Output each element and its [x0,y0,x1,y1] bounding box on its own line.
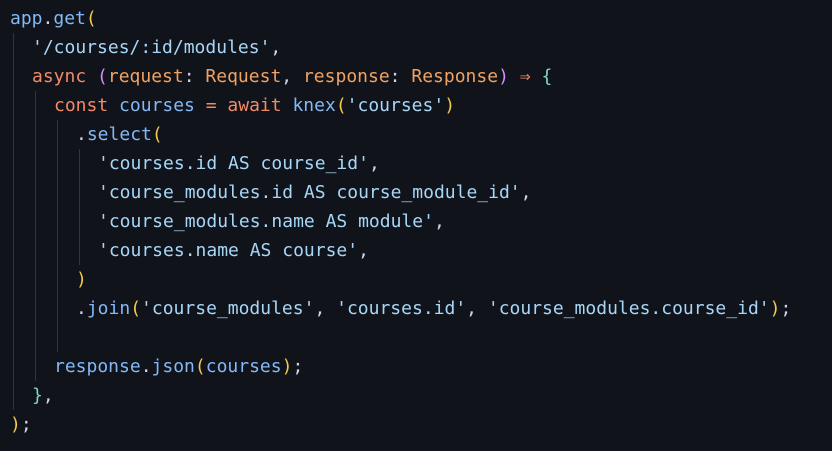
code-token-string: 'course_modules.name AS module' [98,211,434,232]
code-token-br1: ( [151,124,163,145]
code-token-kw: async [32,66,87,87]
indent-guide [35,91,36,381]
code-token-br1: ( [335,95,347,116]
code-token-punct: ; [780,298,792,319]
code-token-punct: , [42,385,54,406]
code-token-punct: . [42,8,54,29]
indent-guide [13,33,14,410]
code-token-br2: ( [97,66,108,87]
code-token-kw: await [227,95,282,116]
code-token-ident: response [54,356,141,377]
code-token-func: select [86,124,152,145]
code-token-punct: : [389,66,412,87]
code-editor[interactable]: app.get('/courses/:id/modules', async (re… [0,0,832,451]
code-token-punct: , [281,66,303,87]
code-line: 'courses.name AS course', [98,236,369,265]
code-token-br2: ) [498,66,509,87]
code-token-punct [86,66,97,87]
code-token-ident: courses [119,95,195,116]
code-line: .select( [76,120,163,149]
code-token-func: join [86,298,131,319]
code-token-br1: ( [194,356,206,377]
code-token-type: Request [205,66,282,87]
code-line: 'course_modules.id AS course_module_id', [98,178,531,207]
code-line: async (request: Request, response: Respo… [32,62,552,91]
code-token-br3: } [32,385,43,406]
code-token-punct [509,66,520,87]
code-token-punct: . [140,356,152,377]
indent-guide [57,120,58,352]
code-token-string: 'courses.id' [336,298,467,319]
code-token-punct: , [368,153,380,174]
code-token-param: response [302,66,390,87]
code-line: }, [32,381,54,410]
code-token-op: ⇒ [519,66,531,87]
code-token-punct [217,95,228,116]
code-token-br1: ( [85,8,97,29]
code-token-string: 'course_modules.course_id' [487,298,770,319]
code-token-func: json [151,356,195,377]
code-token-br1: ) [769,298,781,319]
code-token-br3: { [541,66,553,87]
code-token-kw: const [54,95,109,116]
code-token-punct: . [76,298,87,319]
code-token-punct: ; [20,414,32,435]
code-token-op: = [205,95,217,116]
code-token-punct [531,66,542,87]
code-line: 'course_modules.name AS module', [98,207,445,236]
code-token-br1: ) [76,269,87,290]
code-token-string: 'courses.name AS course' [98,240,359,261]
code-token-string: 'courses.id AS course_id' [98,153,369,174]
code-token-string: 'course_modules' [141,298,315,319]
code-token-br1: ) [10,414,21,435]
code-token-br1: ) [444,95,456,116]
code-token-punct: , [314,298,337,319]
code-token-punct: : [183,66,206,87]
code-token-punct [282,95,293,116]
code-line: 'courses.id AS course_id', [98,149,380,178]
code-token-punct [195,95,206,116]
code-token-func: knex [292,95,336,116]
code-token-punct [108,95,119,116]
code-token-ident: app [10,8,43,29]
code-token-br1: ) [281,356,293,377]
code-token-string: 'courses' [346,95,445,116]
code-line: const courses = await knex('courses') [54,91,455,120]
code-token-func: get [53,8,86,29]
code-token-punct: ; [292,356,304,377]
code-token-param: request [107,66,184,87]
code-token-ident: courses [205,356,282,377]
code-token-punct: , [466,298,488,319]
code-token-string: 'course_modules.id AS course_module_id' [98,182,521,203]
code-token-punct: , [358,240,369,261]
code-token-punct: , [433,211,445,232]
code-token-type: Response [411,66,499,87]
code-token-br1: ( [130,298,142,319]
code-token-punct: , [520,182,532,203]
code-line: ) [76,265,87,294]
code-line: app.get( [10,4,97,33]
code-token-punct: , [270,37,282,58]
code-line: '/courses/:id/modules', [32,33,281,62]
code-token-punct: . [76,124,87,145]
code-line: .join('course_modules', 'courses.id', 'c… [76,294,791,323]
code-line: response.json(courses); [54,352,303,381]
code-line: ); [10,410,32,439]
code-token-string: '/courses/:id/modules' [32,37,271,58]
indent-guide [79,149,80,265]
